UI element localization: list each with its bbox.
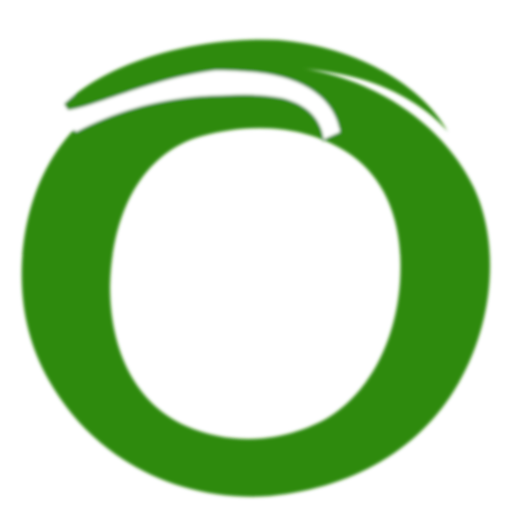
logo-canvas: [0, 0, 512, 512]
swirl-ring-body: [21, 65, 490, 497]
swirl-ring-logo-icon: [21, 39, 490, 497]
